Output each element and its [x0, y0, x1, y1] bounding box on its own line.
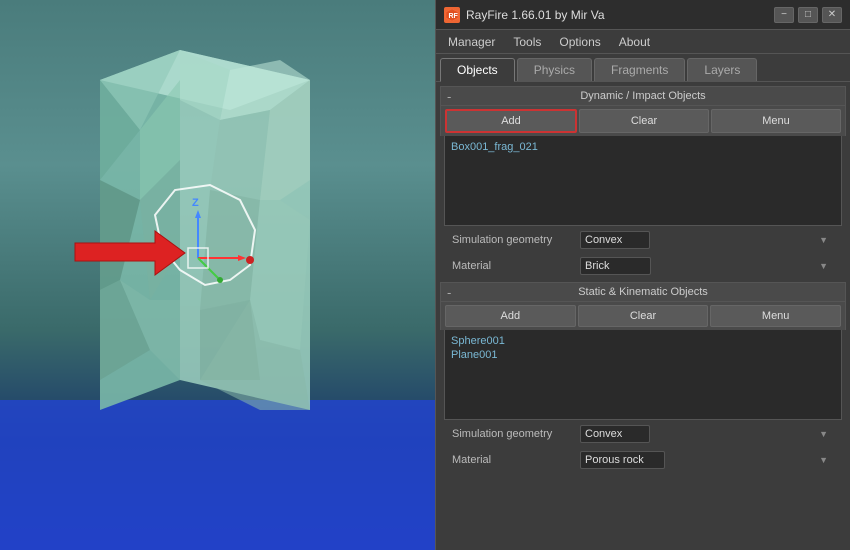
- list-item[interactable]: Plane001: [449, 348, 837, 362]
- viewport-3d[interactable]: Z: [0, 0, 435, 550]
- static-material-select-wrapper: Porous rockBrickConcreteGlassMetal: [580, 451, 834, 469]
- tabs-row: ObjectsPhysicsFragmentsLayers: [436, 54, 850, 82]
- rayfire-panel: RF RayFire 1.66.01 by Mir Va − □ ✕ Manag…: [435, 0, 850, 550]
- menubar: ManagerToolsOptionsAbout: [436, 30, 850, 54]
- dynamic-clear-button[interactable]: Clear: [579, 109, 709, 133]
- dynamic-collapse-icon[interactable]: -: [447, 89, 451, 104]
- static-btn-row: Add Clear Menu: [440, 302, 846, 330]
- static-list-box[interactable]: Sphere001Plane001: [444, 330, 842, 420]
- static-material-label: Material: [452, 454, 572, 466]
- static-section-header: - Static & Kinematic Objects: [440, 282, 846, 302]
- tab-objects[interactable]: Objects: [440, 58, 515, 82]
- list-item[interactable]: Box001_frag_021: [449, 140, 837, 154]
- menu-item-tools[interactable]: Tools: [505, 33, 549, 51]
- static-sim-geo-select[interactable]: ConvexConcaveBoxSphere: [580, 425, 650, 443]
- static-collapse-icon[interactable]: -: [447, 285, 451, 300]
- static-material-select[interactable]: Porous rockBrickConcreteGlassMetal: [580, 451, 665, 469]
- static-section: - Static & Kinematic Objects Add Clear M…: [440, 282, 846, 472]
- dynamic-menu-button[interactable]: Menu: [711, 109, 841, 133]
- static-sim-geo-select-wrapper: ConvexConcaveBoxSphere: [580, 425, 834, 443]
- dynamic-sim-geo-select-wrapper: ConvexConcaveBoxSphere: [580, 231, 834, 249]
- tab-layers[interactable]: Layers: [687, 58, 757, 81]
- menu-item-options[interactable]: Options: [551, 33, 608, 51]
- title-text: RayFire 1.66.01 by Mir Va: [466, 8, 605, 22]
- menu-item-about[interactable]: About: [611, 33, 658, 51]
- dynamic-section: - Dynamic / Impact Objects Add Clear Men…: [440, 86, 846, 278]
- dynamic-material-select-wrapper: BrickConcreteGlassMetalWood: [580, 257, 834, 275]
- svg-text:Z: Z: [192, 197, 199, 209]
- dynamic-material-label: Material: [452, 260, 572, 272]
- maximize-button[interactable]: □: [798, 7, 818, 23]
- tab-fragments[interactable]: Fragments: [594, 58, 685, 81]
- tab-physics[interactable]: Physics: [517, 58, 592, 81]
- dynamic-list-box[interactable]: Box001_frag_021: [444, 136, 842, 226]
- dynamic-section-header: - Dynamic / Impact Objects: [440, 86, 846, 106]
- dynamic-btn-row: Add Clear Menu: [440, 106, 846, 136]
- menu-item-manager[interactable]: Manager: [440, 33, 503, 51]
- minimize-button[interactable]: −: [774, 7, 794, 23]
- dynamic-sim-geo-select[interactable]: ConvexConcaveBoxSphere: [580, 231, 650, 249]
- title-bar-left: RF RayFire 1.66.01 by Mir Va: [444, 7, 605, 23]
- close-button[interactable]: ✕: [822, 7, 842, 23]
- dynamic-sim-geo-label: Simulation geometry: [452, 234, 572, 246]
- static-sim-geo-label: Simulation geometry: [452, 428, 572, 440]
- panel-content: - Dynamic / Impact Objects Add Clear Men…: [436, 82, 850, 550]
- static-material-row: Material Porous rockBrickConcreteGlassMe…: [444, 448, 842, 472]
- app-icon: RF: [444, 7, 460, 23]
- static-menu-button[interactable]: Menu: [710, 305, 841, 327]
- title-controls: − □ ✕: [774, 7, 842, 23]
- dynamic-sim-geo-row: Simulation geometry ConvexConcaveBoxSphe…: [444, 228, 842, 252]
- list-item[interactable]: Sphere001: [449, 334, 837, 348]
- dynamic-section-title: Dynamic / Impact Objects: [580, 90, 705, 102]
- dynamic-material-row: Material BrickConcreteGlassMetalWood: [444, 254, 842, 278]
- title-bar: RF RayFire 1.66.01 by Mir Va − □ ✕: [436, 0, 850, 30]
- static-section-title: Static & Kinematic Objects: [578, 286, 708, 298]
- static-clear-button[interactable]: Clear: [578, 305, 709, 327]
- dynamic-add-button[interactable]: Add: [445, 109, 577, 133]
- static-add-button[interactable]: Add: [445, 305, 576, 327]
- static-sim-geo-row: Simulation geometry ConvexConcaveBoxSphe…: [444, 422, 842, 446]
- dynamic-material-select[interactable]: BrickConcreteGlassMetalWood: [580, 257, 651, 275]
- svg-text:RF: RF: [449, 13, 459, 20]
